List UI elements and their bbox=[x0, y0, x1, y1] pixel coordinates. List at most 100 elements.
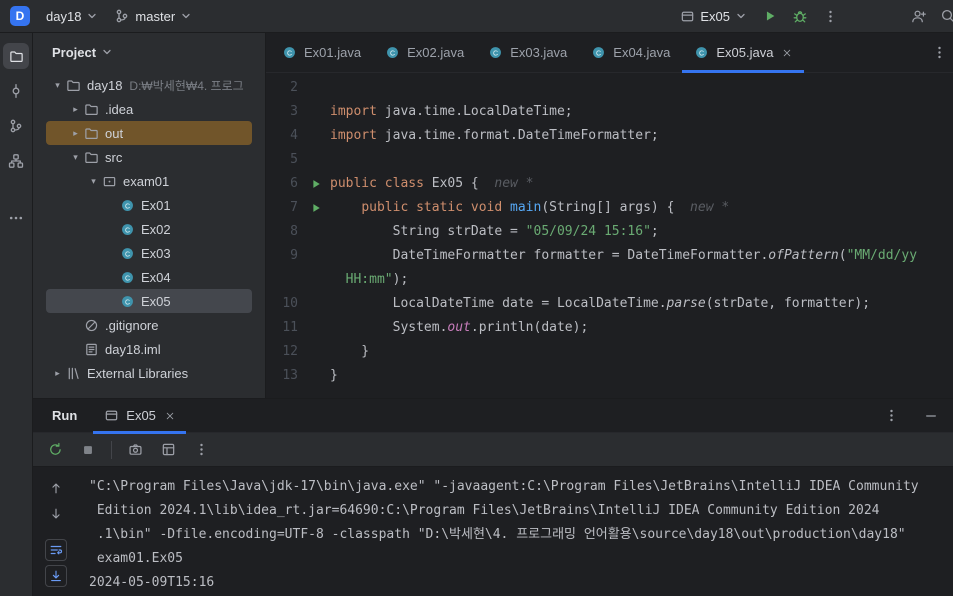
code-text: import java.time.LocalDateTime; bbox=[330, 104, 573, 119]
tree-item-day18-iml[interactable]: day18.iml bbox=[46, 337, 252, 361]
run-panel-options-icon[interactable] bbox=[879, 404, 903, 428]
console-more-options-icon[interactable] bbox=[189, 438, 213, 462]
chevron-right-icon[interactable]: ▸ bbox=[68, 104, 83, 115]
tab-options-icon[interactable] bbox=[926, 33, 953, 72]
tree-item-ex02[interactable]: C Ex02 bbox=[46, 217, 252, 241]
project-tree: ▾ day18 D:₩박세현₩4. 프로그 ▸ .idea ▸ out ▾ src ▾ exam01… bbox=[33, 71, 265, 398]
project-name: day18 bbox=[46, 8, 82, 24]
tree-item--idea[interactable]: ▸ .idea bbox=[46, 97, 252, 121]
code-line: 10 LocalDateTime date = LocalDateTime.pa… bbox=[266, 292, 953, 316]
tree-item-label: Ex03 bbox=[141, 245, 171, 261]
run-panel: Run Ex05 "C:\Program Files\Java\jdk-17\b… bbox=[33, 398, 953, 596]
add-user-icon[interactable] bbox=[904, 2, 932, 30]
hide-panel-icon[interactable] bbox=[919, 404, 943, 428]
editor-tab-ex02-java[interactable]: C Ex02.java bbox=[373, 33, 476, 72]
code-text: String strDate = "05/09/24 15:16"; bbox=[330, 224, 659, 239]
console-line: .1\bin" -Dfile.encoding=UTF-8 -classpath… bbox=[89, 527, 906, 542]
scroll-to-end-icon[interactable] bbox=[45, 565, 67, 587]
tree-item--gitignore[interactable]: .gitignore bbox=[46, 313, 252, 337]
line-number: 13 bbox=[282, 368, 298, 383]
chevron-right-icon[interactable]: ▸ bbox=[68, 128, 83, 139]
line-number bbox=[266, 268, 302, 292]
toolbar-separator bbox=[111, 440, 112, 459]
svg-text:C: C bbox=[390, 50, 395, 57]
more-tool-windows-button[interactable] bbox=[3, 205, 29, 231]
svg-text:C: C bbox=[493, 50, 498, 57]
run-line-icon[interactable] bbox=[302, 196, 330, 220]
tree-item-exam01[interactable]: ▾ exam01 bbox=[46, 169, 252, 193]
git-branch-icon bbox=[114, 8, 130, 24]
soft-wrap-icon[interactable] bbox=[45, 539, 67, 561]
debug-button[interactable] bbox=[786, 2, 814, 30]
code-editor[interactable]: 2 3 import java.time.LocalDateTime; 4 import… bbox=[266, 73, 953, 398]
run-button[interactable] bbox=[756, 2, 784, 30]
more-actions-icon[interactable] bbox=[816, 2, 844, 30]
stop-icon[interactable] bbox=[76, 438, 100, 462]
editor-tab-ex03-java[interactable]: C Ex03.java bbox=[476, 33, 579, 72]
code-text: System.out.println(date); bbox=[330, 320, 589, 335]
project-panel-header[interactable]: Project bbox=[33, 33, 265, 71]
editor-tab-ex04-java[interactable]: C Ex04.java bbox=[579, 33, 682, 72]
tree-item-ex04[interactable]: C Ex04 bbox=[46, 265, 252, 289]
line-number: 9 bbox=[290, 248, 298, 263]
tree-item-label: Ex02 bbox=[141, 221, 171, 237]
app-logo[interactable]: D bbox=[10, 6, 30, 26]
svg-text:C: C bbox=[287, 50, 292, 57]
branch-selector[interactable]: master bbox=[107, 4, 199, 28]
rerun-icon[interactable] bbox=[43, 438, 67, 462]
tree-item-day18[interactable]: ▾ day18 D:₩박세현₩4. 프로그 bbox=[46, 73, 252, 97]
run-panel-title: Run bbox=[52, 408, 78, 423]
run-line-icon[interactable] bbox=[302, 172, 330, 196]
run-config-selector[interactable]: Ex05 bbox=[673, 5, 754, 28]
tree-item-ex03[interactable]: C Ex03 bbox=[46, 241, 252, 265]
chevron-down-icon[interactable]: ▾ bbox=[86, 176, 101, 187]
tree-item-hint: D:₩박세현₩4. 프로그 bbox=[129, 78, 244, 93]
tree-item-label: .gitignore bbox=[105, 317, 159, 333]
close-icon[interactable] bbox=[165, 411, 175, 421]
tree-item-external-libraries[interactable]: ▸ External Libraries bbox=[46, 361, 252, 385]
structure-tool-button[interactable] bbox=[3, 148, 29, 174]
line-number: 10 bbox=[282, 296, 298, 311]
search-icon[interactable] bbox=[934, 2, 953, 30]
thread-dump-icon[interactable] bbox=[123, 438, 147, 462]
project-panel: Project ▾ day18 D:₩박세현₩4. 프로그 ▸ .idea ▸ out ▾ sr… bbox=[33, 33, 266, 398]
gutter-spacer bbox=[302, 244, 330, 268]
version-control-tool-button[interactable] bbox=[3, 113, 29, 139]
svg-text:C: C bbox=[124, 299, 129, 306]
tab-label: Ex05.java bbox=[716, 45, 774, 60]
tree-item-label: out bbox=[105, 125, 124, 141]
ide-window: D day18 master Ex05 Project ▾ day18 D:₩박… bbox=[0, 0, 953, 596]
folder-icon bbox=[83, 149, 99, 165]
tree-item-out[interactable]: ▸ out bbox=[46, 121, 252, 145]
project-selector[interactable]: day18 bbox=[39, 5, 105, 28]
tree-item-src[interactable]: ▾ src bbox=[46, 145, 252, 169]
tree-item-ex01[interactable]: C Ex01 bbox=[46, 193, 252, 217]
next-occurrence-icon[interactable] bbox=[45, 503, 67, 525]
commit-tool-button[interactable] bbox=[3, 78, 29, 104]
chevron-down-icon[interactable]: ▾ bbox=[68, 152, 83, 163]
prev-occurrence-icon[interactable] bbox=[45, 477, 67, 499]
upper-area: Project ▾ day18 D:₩박세현₩4. 프로그 ▸ .idea ▸ out ▾ sr… bbox=[33, 33, 953, 398]
close-icon[interactable] bbox=[782, 48, 792, 58]
svg-text:C: C bbox=[124, 275, 129, 282]
code-line: 2 bbox=[266, 76, 953, 100]
line-number: 3 bbox=[290, 104, 298, 119]
chevron-down-icon bbox=[101, 46, 113, 58]
folder-icon bbox=[83, 101, 99, 117]
run-tab-ex05[interactable]: Ex05 bbox=[93, 399, 186, 434]
run-config-name: Ex05 bbox=[700, 8, 730, 24]
chevron-down-icon[interactable]: ▾ bbox=[50, 80, 65, 91]
gutter-spacer bbox=[302, 340, 330, 364]
chevron-right-icon[interactable]: ▸ bbox=[50, 368, 65, 379]
project-tool-button[interactable] bbox=[3, 43, 29, 69]
line-number: 12 bbox=[282, 344, 298, 359]
editor-tab-ex01-java[interactable]: C Ex01.java bbox=[270, 33, 373, 72]
code-line: 8 String strDate = "05/09/24 15:16"; bbox=[266, 220, 953, 244]
tree-item-label: Ex04 bbox=[141, 269, 171, 285]
editor-tab-ex05-java[interactable]: C Ex05.java bbox=[682, 33, 805, 73]
console-line: exam01.Ex05 bbox=[89, 551, 183, 566]
console-output[interactable]: "C:\Program Files\Java\jdk-17\bin\java.e… bbox=[79, 467, 953, 596]
svg-text:C: C bbox=[596, 50, 601, 57]
restore-layout-icon[interactable] bbox=[156, 438, 180, 462]
tree-item-ex05[interactable]: C Ex05 bbox=[46, 289, 252, 313]
